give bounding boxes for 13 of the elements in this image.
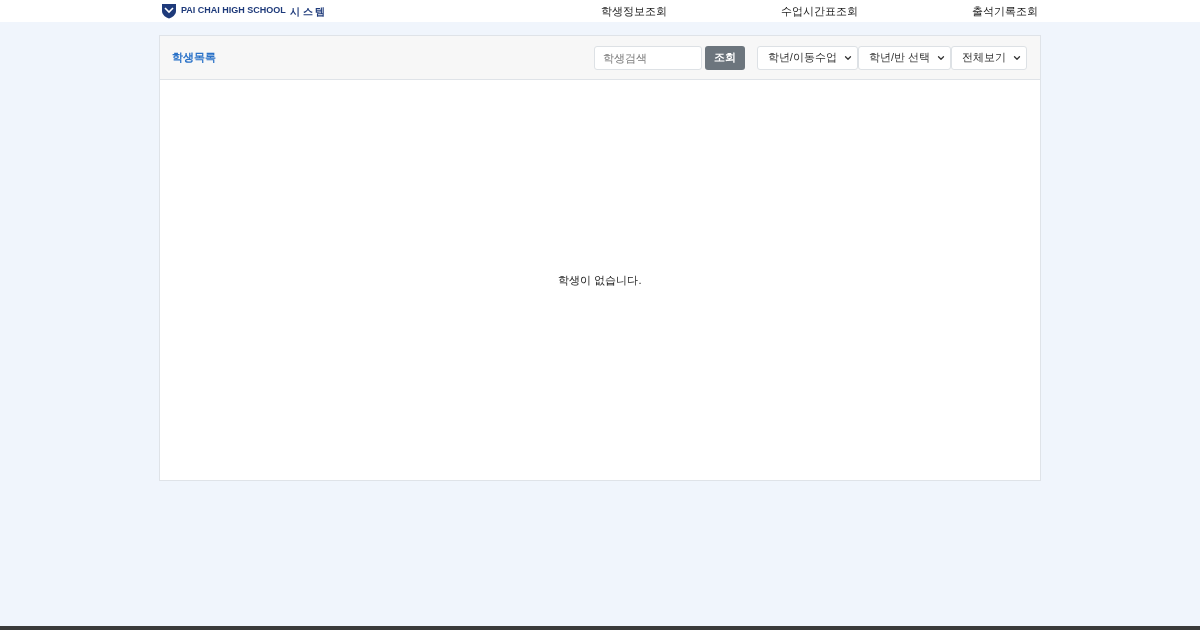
nav-link[interactable]: 학생정보조회: [601, 2, 667, 20]
select-field[interactable]: 학년/반 선택: [857, 45, 951, 70]
nav-link[interactable]: 수업시간표조회: [781, 2, 858, 20]
search-field[interactable]: 학생검색: [593, 45, 702, 70]
nav-link[interactable]: 출석기록조회: [972, 2, 1038, 20]
panel-title: 학생목록: [172, 50, 216, 66]
school-name: PAI CHAI HIGH SCHOOL: [181, 4, 286, 18]
shield-logo-icon: [161, 3, 177, 19]
empty-message: 학생이 없습니다.: [558, 272, 642, 288]
search-button[interactable]: 조회: [704, 45, 745, 70]
select-field[interactable]: 학년/이동수업: [756, 45, 858, 70]
select-field[interactable]: 전체보기: [951, 45, 1027, 70]
system-label: 시 스 템: [289, 4, 326, 19]
